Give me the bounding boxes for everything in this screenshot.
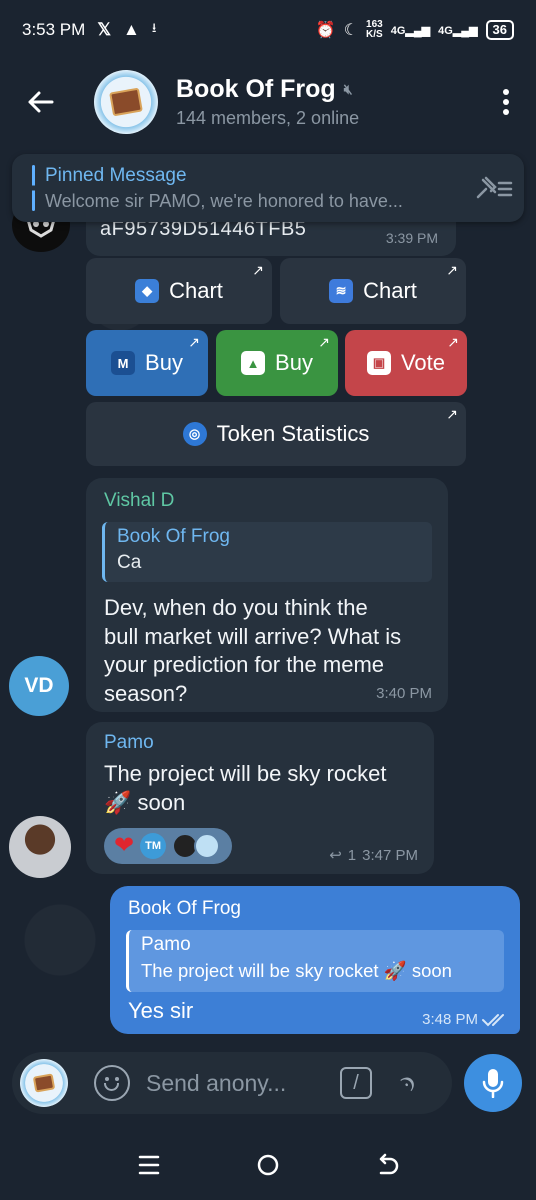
pinned-indicator — [32, 165, 35, 211]
token-statistics-label: Token Statistics — [216, 421, 370, 446]
buy-button-2[interactable]: ▲ Buy ↗ — [216, 330, 338, 396]
external-link-icon: ↗ — [318, 334, 330, 350]
send-as-avatar[interactable] — [20, 1059, 68, 1107]
recents-button[interactable] — [137, 1153, 161, 1177]
group-avatar[interactable] — [94, 70, 158, 134]
reply-author: Book Of Frog — [117, 526, 230, 547]
heart-icon: ❤ — [114, 832, 135, 859]
vote-button-label: Vote — [400, 350, 446, 375]
x-logo-icon: 𝕏 — [97, 20, 112, 39]
moon-icon: ☾ — [343, 22, 359, 39]
buy-button-1[interactable]: M Buy ↗ — [86, 330, 208, 396]
microphone-icon — [482, 1069, 504, 1098]
chart-button-1[interactable]: ◆ Chart ↗ — [86, 258, 272, 324]
more-vertical-icon — [503, 89, 509, 115]
signal-1: 4G▂▄▆ — [390, 24, 431, 37]
stats-logo-icon: ◎ — [182, 422, 207, 446]
pinned-list-button[interactable] — [464, 175, 524, 201]
outgoing-message[interactable]: Book Of Frog Pamo The project will be sk… — [110, 886, 520, 1034]
arrow-left-icon — [28, 91, 54, 113]
message-time: 3:47 PM — [362, 846, 418, 864]
chart-button-1-label: Chart — [169, 278, 223, 303]
chart-button-2-label: Chart — [363, 278, 417, 303]
message-input[interactable]: Send anony... — [146, 1070, 306, 1097]
message-time: 3:48 PM — [422, 1011, 478, 1028]
external-link-icon: ↗ — [446, 262, 458, 278]
reactor-avatar — [194, 833, 221, 859]
chart-logo-icon: ◆ — [135, 279, 160, 303]
reply-quote[interactable]: Book Of Frog Ca — [102, 522, 432, 582]
dexscreener-icon: ≋ — [329, 279, 354, 303]
external-link-icon: ↗ — [188, 334, 200, 350]
reply-author: Pamo — [141, 934, 191, 955]
sender-name: Book Of Frog — [128, 898, 241, 919]
message-text: The project will be sky rocket 🚀 soon — [104, 761, 387, 815]
sender-name: Vishal D — [104, 490, 175, 511]
emoji-button[interactable] — [94, 1065, 130, 1101]
reactor-avatar-tm: TM — [140, 833, 167, 859]
battery-indicator: 36 — [485, 20, 514, 40]
message-vishal[interactable]: Vishal D Book Of Frog Ca Dev, when do yo… — [86, 478, 448, 712]
chat-header: Book Of Frog 🔇︎ 144 members, 2 online — [0, 60, 536, 144]
home-button[interactable] — [256, 1153, 280, 1177]
chat-title: Book Of Frog — [176, 75, 336, 103]
buy-button-1-label: Buy — [145, 350, 183, 375]
voice-record-button[interactable] — [464, 1054, 522, 1112]
download-icon: ⭳ — [151, 20, 157, 35]
reply-quote[interactable]: Pamo The project will be sky rocket 🚀 so… — [126, 930, 504, 992]
reply-text: Ca — [117, 552, 142, 573]
pinned-message-bar[interactable]: Pinned Message Welcome sir PAMO, we're h… — [12, 154, 524, 222]
members-count: 144 members, 2 online — [176, 108, 360, 128]
book-icon — [32, 1073, 56, 1093]
clock: 3:53 PM — [22, 20, 86, 39]
chart-button-2[interactable]: ≋ Chart ↗ — [280, 258, 466, 324]
muted-icon: 🔇︎ — [343, 81, 353, 97]
buy-logo-2-icon: ▲ — [241, 351, 266, 375]
sender-name: Pamo — [104, 732, 154, 753]
message-text: Yes sir — [128, 998, 194, 1023]
composer: Send anony... / 𝄐 — [0, 1040, 536, 1126]
reply-arrow-icon: ↩ — [329, 847, 342, 864]
pinned-text: Welcome sir PAMO, we're honored to have.… — [45, 190, 403, 211]
back-button[interactable] — [0, 60, 80, 144]
warning-icon: ▲ — [123, 20, 140, 39]
external-link-icon: ↗ — [447, 334, 459, 350]
back-nav-button[interactable] — [375, 1153, 399, 1177]
more-menu-button[interactable] — [476, 88, 536, 116]
system-nav-bar — [0, 1130, 536, 1200]
buy-logo-1-icon: M — [111, 351, 136, 375]
reaction-pill[interactable]: ❤ TM — [104, 828, 232, 864]
signal-2: 4G▂▄▆ — [438, 24, 478, 37]
reply-text: The project will be sky rocket 🚀 soon — [141, 960, 452, 981]
slash-icon: / — [353, 1071, 359, 1094]
book-icon — [109, 87, 143, 117]
alarm-icon: ⏰ — [315, 22, 336, 39]
vote-logo-icon: ▣ — [366, 351, 391, 375]
net-speed: 163 K/S — [366, 19, 383, 40]
reply-count: 1 — [347, 846, 357, 864]
commands-button[interactable]: / — [340, 1067, 372, 1099]
message-meta: 3:48 PM — [422, 1011, 510, 1028]
message-meta: ↩ 1 3:47 PM — [329, 846, 418, 865]
avatar-vishal[interactable]: VD — [9, 656, 69, 716]
smile-icon — [104, 1083, 119, 1091]
external-link-icon: ↗ — [252, 262, 264, 278]
status-bar: 3:53 PM 𝕏 ▲ ⭳ ⏰ ☾ 163 K/S 4G▂▄▆ 4G▂▄▆ 36 — [0, 0, 536, 60]
message-time: 3:39 PM — [385, 230, 438, 246]
message-input-pill: Send anony... / 𝄐 — [12, 1052, 452, 1114]
pinned-label: Pinned Message — [45, 164, 187, 186]
attach-button[interactable]: 𝄐 — [390, 1065, 426, 1101]
vote-button[interactable]: ▣ Vote ↗ — [345, 330, 467, 396]
buy-button-2-label: Buy — [275, 350, 313, 375]
double-check-icon — [482, 1013, 504, 1026]
paperclip-icon: 𝄐 — [391, 1065, 427, 1101]
message-time: 3:40 PM — [376, 685, 432, 702]
pin-list-icon — [476, 176, 513, 199]
title-block[interactable]: Book Of Frog 🔇︎ 144 members, 2 online — [176, 75, 476, 129]
avatar-pamo[interactable] — [9, 816, 71, 878]
external-link-icon: ↗ — [446, 406, 458, 422]
token-statistics-button[interactable]: ◎ Token Statistics ↗ — [86, 402, 466, 466]
